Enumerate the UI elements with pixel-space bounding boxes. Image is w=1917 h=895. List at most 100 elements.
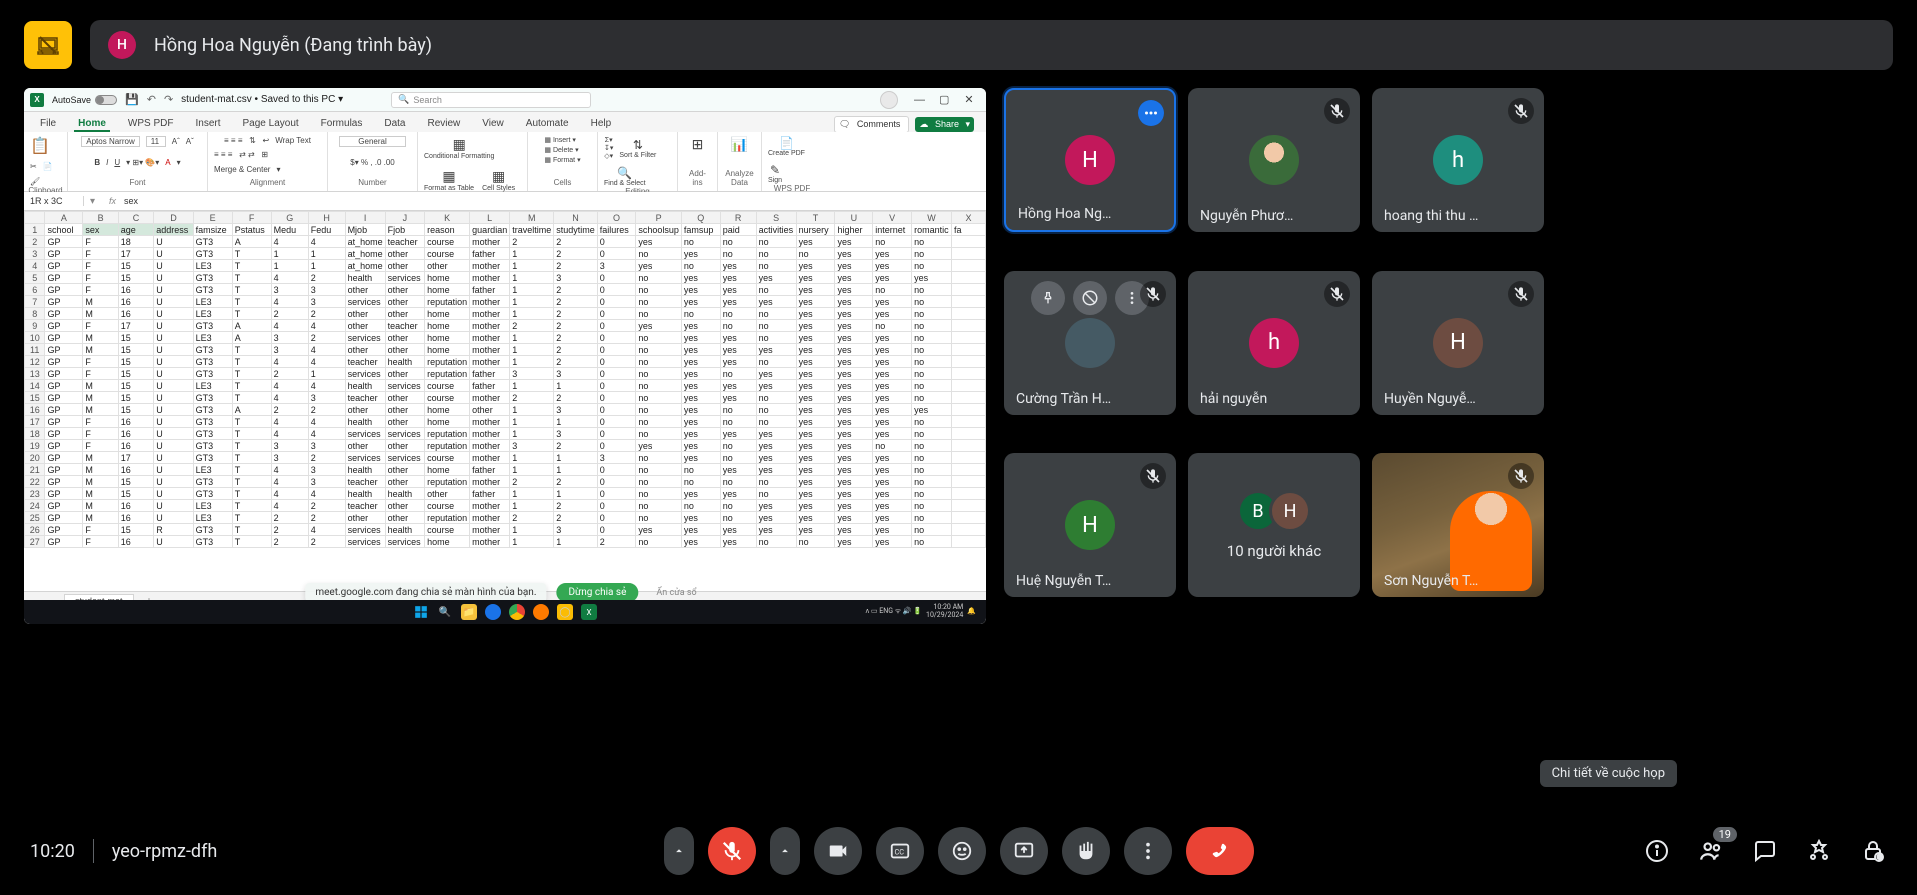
minimize-button[interactable]: —	[908, 94, 930, 106]
save-icon[interactable]: 💾	[125, 93, 139, 106]
number-format-select[interactable]: General	[339, 136, 405, 147]
excel-user-avatar[interactable]	[880, 91, 898, 109]
ribbon: 📋 ✂📄🖌 Clipboard Aptos Narrow 11 AˆAˇ B I…	[24, 132, 986, 192]
participants-grid: HHồng Hoa Ng…Nguyễn Phươ…hhoang thi thu …	[1004, 88, 1564, 624]
participant-avatar: h	[1249, 318, 1299, 368]
participant-avatar: H	[1065, 135, 1115, 185]
tab-automate[interactable]: Automate	[522, 116, 573, 132]
tab-formulas[interactable]: Formulas	[317, 116, 367, 132]
participant-tile[interactable]: Sơn Nguyễn T…	[1372, 453, 1544, 597]
participant-tile[interactable]: BH10 người khác	[1188, 453, 1360, 597]
close-button[interactable]: ✕	[958, 93, 980, 106]
tab-wpspdf[interactable]: WPS PDF	[124, 116, 178, 132]
paste-icon[interactable]: 📋	[30, 136, 50, 156]
tab-data[interactable]: Data	[380, 116, 409, 132]
svg-text:CC: CC	[894, 848, 904, 857]
taskbar-edge-icon[interactable]	[485, 604, 501, 620]
reactions-button[interactable]	[938, 827, 986, 875]
muted-icon	[1324, 281, 1350, 307]
host-controls-button[interactable]: ⚙	[1859, 837, 1887, 865]
taskbar-app-icon[interactable]	[533, 604, 549, 620]
camera-button[interactable]	[814, 827, 862, 875]
hangup-button[interactable]	[1186, 827, 1254, 875]
excel-logo-icon: X	[30, 93, 44, 107]
participant-tile[interactable]: h hải nguyễn	[1188, 271, 1360, 415]
file-name-label[interactable]: student-mat.csv • Saved to this PC ▾	[181, 94, 343, 105]
taskbar-excel-icon[interactable]: X	[581, 604, 597, 620]
windows-taskbar[interactable]: 🔍 📁 ◯ X ʌ ▭ ENG ᯤ 🔊 🔋 10:20 AM10/29/2024…	[24, 600, 986, 624]
muted-icon	[1140, 281, 1166, 307]
participant-tile[interactable]: Cường Trần H…	[1004, 271, 1176, 415]
redo-icon[interactable]: ↷	[164, 93, 173, 106]
meet-clock: 10:20	[30, 841, 75, 862]
muted-icon	[1140, 463, 1166, 489]
name-box[interactable]: 1R x 3C	[24, 196, 84, 206]
present-button[interactable]	[1000, 827, 1048, 875]
participant-center-button[interactable]	[1073, 281, 1107, 315]
activities-button[interactable]	[1805, 837, 1833, 865]
participant-name: hoang thi thu …	[1384, 208, 1532, 224]
presenting-brand-chip	[24, 21, 72, 69]
tab-help[interactable]: Help	[587, 116, 616, 132]
ribbon-tabs: File Home WPS PDF Insert Page Layout For…	[24, 112, 986, 132]
taskbar-explorer-icon[interactable]: 📁	[461, 604, 477, 620]
hide-share-button[interactable]: Ẩn cửa sổ	[648, 584, 704, 602]
excel-share-button[interactable]: ☁ Share ▾	[915, 117, 974, 132]
tab-file[interactable]: File	[36, 116, 60, 132]
speaking-indicator-icon	[1138, 100, 1164, 126]
pin-button[interactable]	[1031, 281, 1065, 315]
font-name-select[interactable]: Aptos Narrow	[81, 136, 139, 147]
presenter-banner: H Hồng Hoa Nguyễn (Đang trình bày)	[90, 20, 1893, 70]
fx-icon[interactable]: fx	[101, 196, 124, 206]
captions-button[interactable]: CC	[876, 827, 924, 875]
maximize-button[interactable]: ▢	[933, 93, 955, 106]
presenter-label: Hồng Hoa Nguyễn (Đang trình bày)	[154, 35, 432, 56]
overflow-label: 10 người khác	[1227, 542, 1321, 560]
mic-button[interactable]	[708, 827, 756, 875]
shared-screen-panel: X AutoSave 💾 ↶ ↷ student-mat.csv • Saved…	[24, 88, 986, 624]
tab-pagelayout[interactable]: Page Layout	[239, 116, 303, 132]
participant-name: hải nguyễn	[1200, 391, 1348, 407]
presenter-avatar: H	[108, 31, 136, 59]
taskbar-chrome-icon[interactable]	[509, 604, 525, 620]
tab-review[interactable]: Review	[423, 116, 464, 132]
comments-button[interactable]: 🗨 Comments	[834, 116, 909, 133]
participant-tile[interactable]: hhoang thi thu …	[1372, 88, 1544, 232]
people-button[interactable]: 19	[1697, 837, 1725, 865]
more-options-button[interactable]	[1124, 827, 1172, 875]
undo-icon[interactable]: ↶	[147, 93, 156, 106]
excel-search-input[interactable]: 🔍Search	[391, 92, 591, 108]
taskbar-notifications-icon[interactable]: 🔔	[967, 608, 976, 616]
font-size-select[interactable]: 11	[146, 136, 166, 147]
tab-home[interactable]: Home	[74, 116, 110, 132]
camera-options-button[interactable]	[770, 827, 800, 875]
muted-icon	[1508, 98, 1534, 124]
formula-value[interactable]: sex	[124, 196, 138, 206]
participant-avatar	[1249, 135, 1299, 185]
participant-name: Nguyễn Phươ…	[1200, 208, 1348, 224]
spreadsheet-grid[interactable]: ABCDEFGHIJKLMNOPQRSTUVWX1schoolsexageadd…	[24, 211, 986, 591]
participant-avatar: H	[1433, 318, 1483, 368]
participant-tile[interactable]: HHuệ Nguyễn T…	[1004, 453, 1176, 597]
participant-tile[interactable]: Nguyễn Phươ…	[1188, 88, 1360, 232]
taskbar-app-icon[interactable]: ◯	[557, 604, 573, 620]
raise-hand-button[interactable]	[1062, 827, 1110, 875]
muted-icon	[1508, 281, 1534, 307]
participant-name: Sơn Nguyễn T…	[1384, 573, 1532, 589]
excel-title-bar: X AutoSave 💾 ↶ ↷ student-mat.csv • Saved…	[24, 88, 986, 112]
chat-button[interactable]	[1751, 837, 1779, 865]
muted-icon	[1324, 98, 1350, 124]
taskbar-search-icon[interactable]: 🔍	[437, 604, 453, 620]
participant-tile[interactable]: H Hồng Hoa Ng…	[1004, 88, 1176, 232]
meeting-details-button[interactable]	[1643, 837, 1671, 865]
participant-tile[interactable]: HHuyền Nguyễ…	[1372, 271, 1544, 415]
start-button-icon[interactable]	[413, 604, 429, 620]
autosave-toggle[interactable]: AutoSave	[52, 95, 117, 105]
meet-bottom-bar: 10:20 yeo-rpmz-dfh CC 19 ⚙	[0, 807, 1917, 895]
people-count-badge: 19	[1713, 827, 1737, 842]
mic-options-button[interactable]	[664, 827, 694, 875]
tab-insert[interactable]: Insert	[191, 116, 224, 132]
participant-avatar: H	[1065, 500, 1115, 550]
participant-name: Hồng Hoa Ng…	[1018, 206, 1162, 222]
tab-view[interactable]: View	[478, 116, 508, 132]
